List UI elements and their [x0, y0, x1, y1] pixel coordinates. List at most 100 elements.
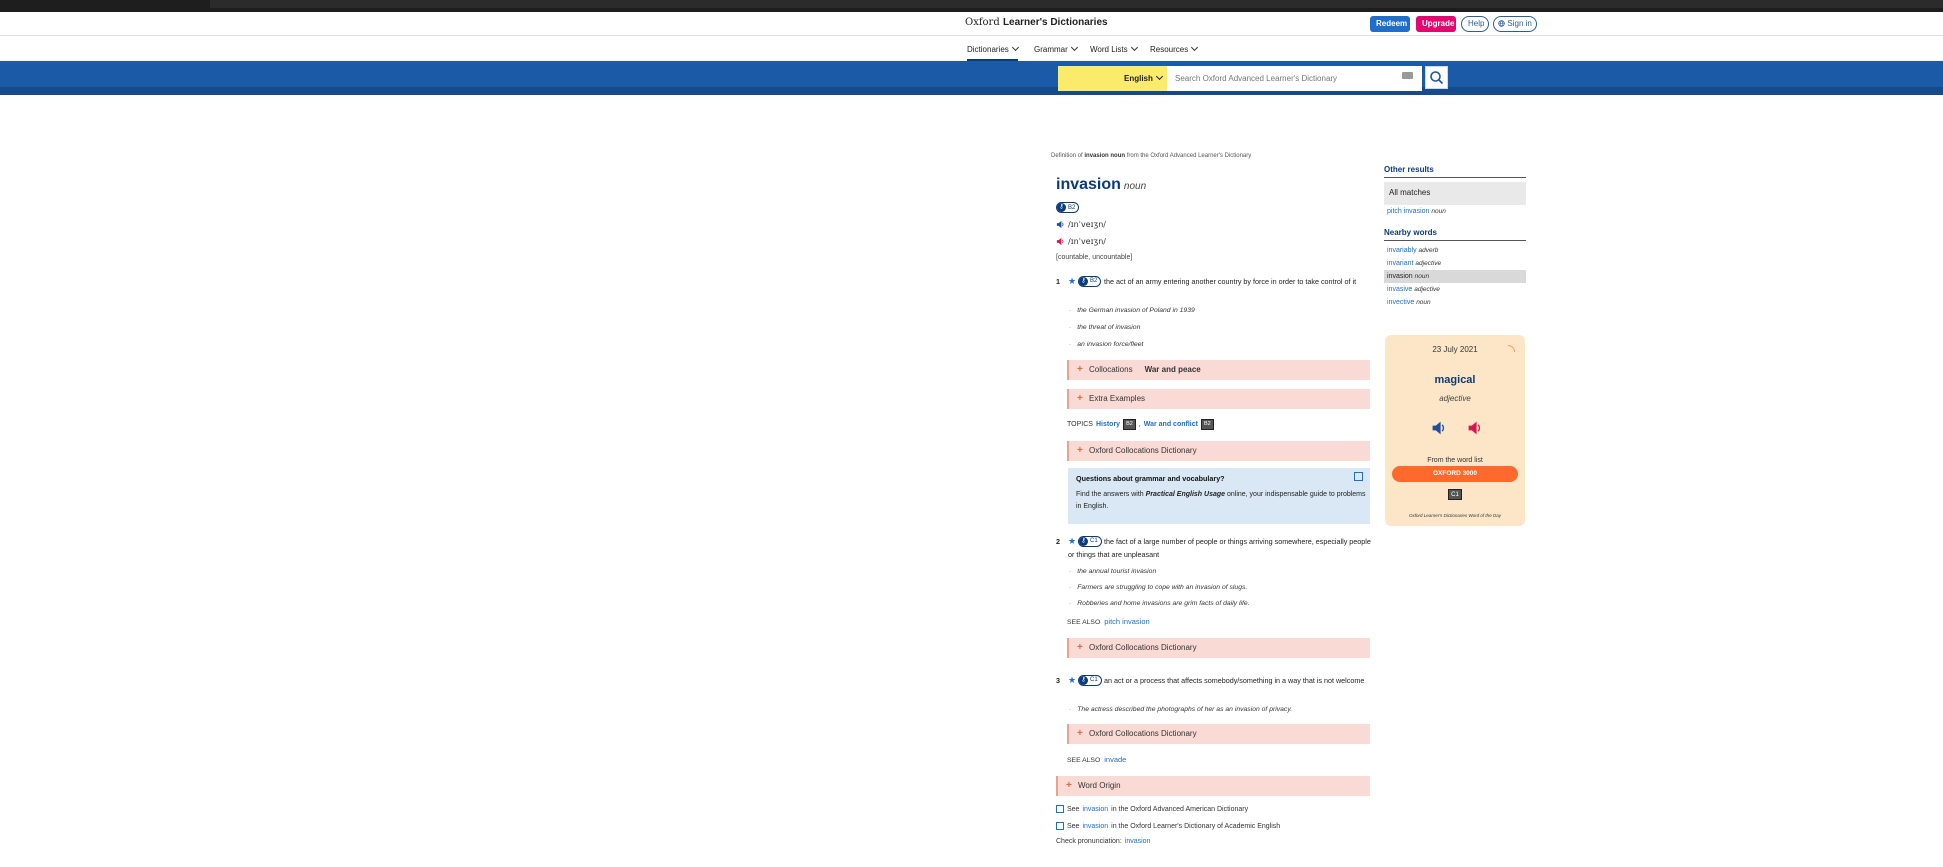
all-matches-button[interactable]: All matches	[1384, 182, 1526, 205]
wotd-level-badge: C1	[1448, 489, 1462, 500]
chevron-down-icon	[1011, 43, 1019, 52]
nearby-item[interactable]: invariant adjective	[1384, 257, 1526, 270]
collocations-box[interactable]: + Collocations War and peace	[1067, 360, 1370, 380]
box-label: Extra Examples	[1089, 394, 1146, 403]
redeem-button[interactable]: Redeem	[1370, 16, 1410, 32]
nearby-word: invasion	[1387, 273, 1413, 280]
nearby-pos: adjective	[1415, 260, 1442, 267]
nav-label: Word Lists	[1090, 45, 1128, 54]
example: The actress described the photographs of…	[1069, 706, 1292, 713]
word-origin-box[interactable]: + Word Origin	[1056, 776, 1370, 796]
search-button[interactable]	[1425, 66, 1448, 89]
sense-number: 1	[1056, 277, 1060, 286]
check-pronunciation: Check pronunciation: invasion	[1056, 838, 1150, 845]
pron-uk: /ɪnˈveɪʒn/	[1056, 220, 1106, 229]
language-select[interactable]: English	[1058, 66, 1167, 91]
sign-in-button[interactable]: Sign in	[1493, 16, 1537, 32]
speaker-uk-icon[interactable]	[1431, 420, 1447, 436]
external-link-icon	[1056, 822, 1064, 830]
nearby-pos: adverb	[1418, 247, 1439, 254]
speaker-us-icon[interactable]	[1467, 420, 1483, 436]
main-nav: Dictionaries Grammar Word Lists Resource…	[0, 37, 1943, 61]
help-button[interactable]: Help	[1461, 16, 1489, 32]
nearby-item-selected[interactable]: invasion noun	[1384, 270, 1526, 283]
result-word: pitch invasion	[1387, 208, 1430, 215]
sense-1: 1 ★ ⚷ B2 the act of an army entering anot…	[1056, 275, 1371, 301]
topics-label: TOPICS	[1067, 421, 1093, 428]
check-label: Check pronunciation:	[1056, 838, 1122, 845]
nav-word-lists[interactable]: Word Lists	[1090, 43, 1138, 54]
see-dictionary-name: in the Oxford Advanced American Dictiona…	[1111, 805, 1249, 813]
language-label: English	[1124, 74, 1153, 83]
sense-2: 2 ★ ⚷ C1 the fact of a large number of pe…	[1056, 535, 1371, 561]
nav-dictionaries[interactable]: Dictionaries	[967, 43, 1019, 61]
sidebar: Other results All matches pitch invasion…	[1384, 165, 1526, 309]
topic-separator: ,	[1138, 421, 1141, 428]
ocd-box-2[interactable]: + Oxford Collocations Dictionary	[1067, 638, 1370, 658]
site-logo[interactable]: Oxford Learner's Dictionaries	[965, 17, 1108, 28]
example: the threat of invasion	[1069, 324, 1140, 331]
breadcrumb: Definition of invasion noun from the Oxf…	[1051, 153, 1251, 159]
plus-icon: +	[1077, 393, 1083, 404]
example: the annual tourist invasion	[1069, 568, 1156, 575]
plus-icon: +	[1077, 728, 1083, 739]
wotd-credit: Oxford Learner's Dictionaries Word of th…	[1409, 513, 1501, 518]
result-pos: noun	[1431, 208, 1446, 215]
see-american-link[interactable]: See invasion in the Oxford Advanced Americ…	[1056, 805, 1248, 813]
chevron-down-icon	[1155, 72, 1163, 81]
see-also-link[interactable]: pitch invasion	[1104, 617, 1149, 626]
see-academic-link[interactable]: See invasion in the Oxford Learner's Dicti…	[1056, 822, 1280, 830]
browser-tab-strip	[210, 0, 1943, 8]
help-answer-pre: Find the answers with	[1076, 491, 1144, 498]
nearby-item[interactable]: invariably adverb	[1384, 244, 1526, 257]
word-of-the-day-card[interactable]: 23 July 2021 magical adjective From the …	[1385, 335, 1525, 526]
topic-history-link[interactable]: History	[1096, 421, 1120, 428]
speaker-us-icon[interactable]	[1056, 237, 1065, 246]
box-extra: War and peace	[1144, 365, 1201, 374]
see-also-2: SEE ALSO pitch invasion	[1067, 617, 1150, 626]
upgrade-button[interactable]: Upgrade	[1416, 16, 1456, 32]
crumb-post: from the Oxford Advanced Learner's Dicti…	[1126, 153, 1252, 159]
ocd-box-1[interactable]: + Oxford Collocations Dictionary	[1067, 441, 1370, 461]
extra-examples-box[interactable]: + Extra Examples	[1067, 389, 1370, 409]
see-also-3: SEE ALSO invade	[1067, 755, 1126, 764]
example: Farmers are struggling to cope with an i…	[1069, 584, 1247, 591]
oxford-3000-badge[interactable]: OXFORD 3000	[1392, 466, 1518, 482]
box-label: Collocations	[1089, 365, 1133, 374]
box-label: Oxford Collocations Dictionary	[1089, 446, 1197, 455]
grammar-help-box[interactable]: Questions about grammar and vocabulary? …	[1068, 468, 1370, 524]
search-input[interactable]	[1167, 66, 1422, 91]
see-word-link[interactable]: invasion	[1082, 823, 1108, 830]
see-word-link[interactable]: invasion	[1082, 806, 1108, 813]
external-link-icon[interactable]	[1354, 472, 1363, 481]
plus-icon: +	[1077, 364, 1083, 375]
crumb-word: invasion noun	[1084, 153, 1126, 159]
keyboard-icon[interactable]	[1402, 72, 1413, 79]
nav-grammar[interactable]: Grammar	[1034, 43, 1078, 54]
topic-war-link[interactable]: War and conflict	[1144, 421, 1198, 428]
plus-icon: +	[1077, 445, 1083, 456]
box-label: Word Origin	[1078, 781, 1121, 790]
nearby-item[interactable]: invective noun	[1384, 296, 1526, 309]
see-also-label: SEE ALSO	[1067, 757, 1101, 764]
sense-definition: the act of an army entering another coun…	[1104, 277, 1357, 286]
nearby-item[interactable]: invasive adjective	[1384, 283, 1526, 296]
part-of-speech: noun	[1123, 181, 1147, 192]
pron-us: /ɪnˈveɪʒn/	[1056, 237, 1106, 246]
nearby-pos: noun	[1416, 299, 1431, 306]
nav-resources[interactable]: Resources	[1150, 43, 1199, 54]
other-result-item[interactable]: pitch invasion noun	[1384, 205, 1526, 218]
speaker-uk-icon[interactable]	[1056, 220, 1065, 229]
site-header: Oxford Learner's Dictionaries Redeem Upg…	[0, 12, 1943, 36]
check-pronunciation-link[interactable]: invasion	[1125, 838, 1151, 845]
wotd-date: 23 July 2021	[1432, 345, 1478, 354]
sense-definition: the fact of a large number of people or …	[1068, 537, 1371, 559]
nearby-pos: noun	[1414, 273, 1430, 280]
wotd-word[interactable]: magical	[1385, 374, 1525, 386]
search-band-shade	[0, 87, 1943, 95]
see-also-link[interactable]: invade	[1104, 755, 1126, 764]
ocd-box-3[interactable]: + Oxford Collocations Dictionary	[1067, 724, 1370, 744]
headword-text: invasion	[1056, 176, 1121, 193]
browser-top-strip	[0, 0, 1943, 12]
topics: TOPICS History B2 , War and conflict B2	[1067, 419, 1214, 430]
